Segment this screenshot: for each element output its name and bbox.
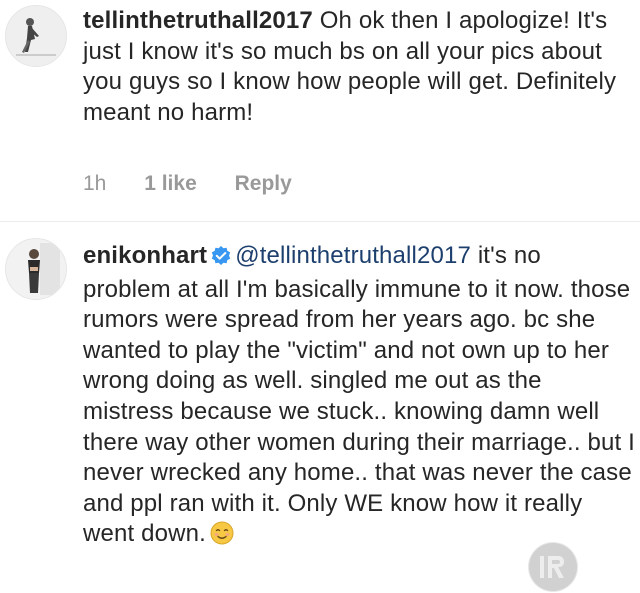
comment-username[interactable]: tellinthetruthall2017 — [83, 7, 313, 34]
comment-meta: 1h 1 like Reply — [83, 172, 324, 196]
comment-time: 1h — [83, 172, 107, 195]
divider — [0, 221, 640, 222]
avatar[interactable] — [5, 5, 67, 67]
avatar[interactable] — [5, 238, 67, 300]
comment-text: it's no problem at all I'm basically imm… — [83, 242, 635, 548]
mention-link[interactable]: @tellinthetruthall2017 — [235, 242, 471, 269]
smiling-face-icon — [210, 521, 234, 545]
comment-body: tellinthetruthall2017 Oh ok then I apolo… — [83, 6, 635, 128]
comment-username[interactable]: enikonhart — [83, 242, 207, 269]
verified-badge-icon — [211, 244, 231, 275]
watermark-logo — [528, 542, 578, 592]
comment-body: enikonhart @tellinthetruthall2017 it's no… — [83, 241, 635, 550]
like-count[interactable]: 1 like — [144, 172, 197, 195]
reply-button[interactable]: Reply — [235, 172, 292, 195]
